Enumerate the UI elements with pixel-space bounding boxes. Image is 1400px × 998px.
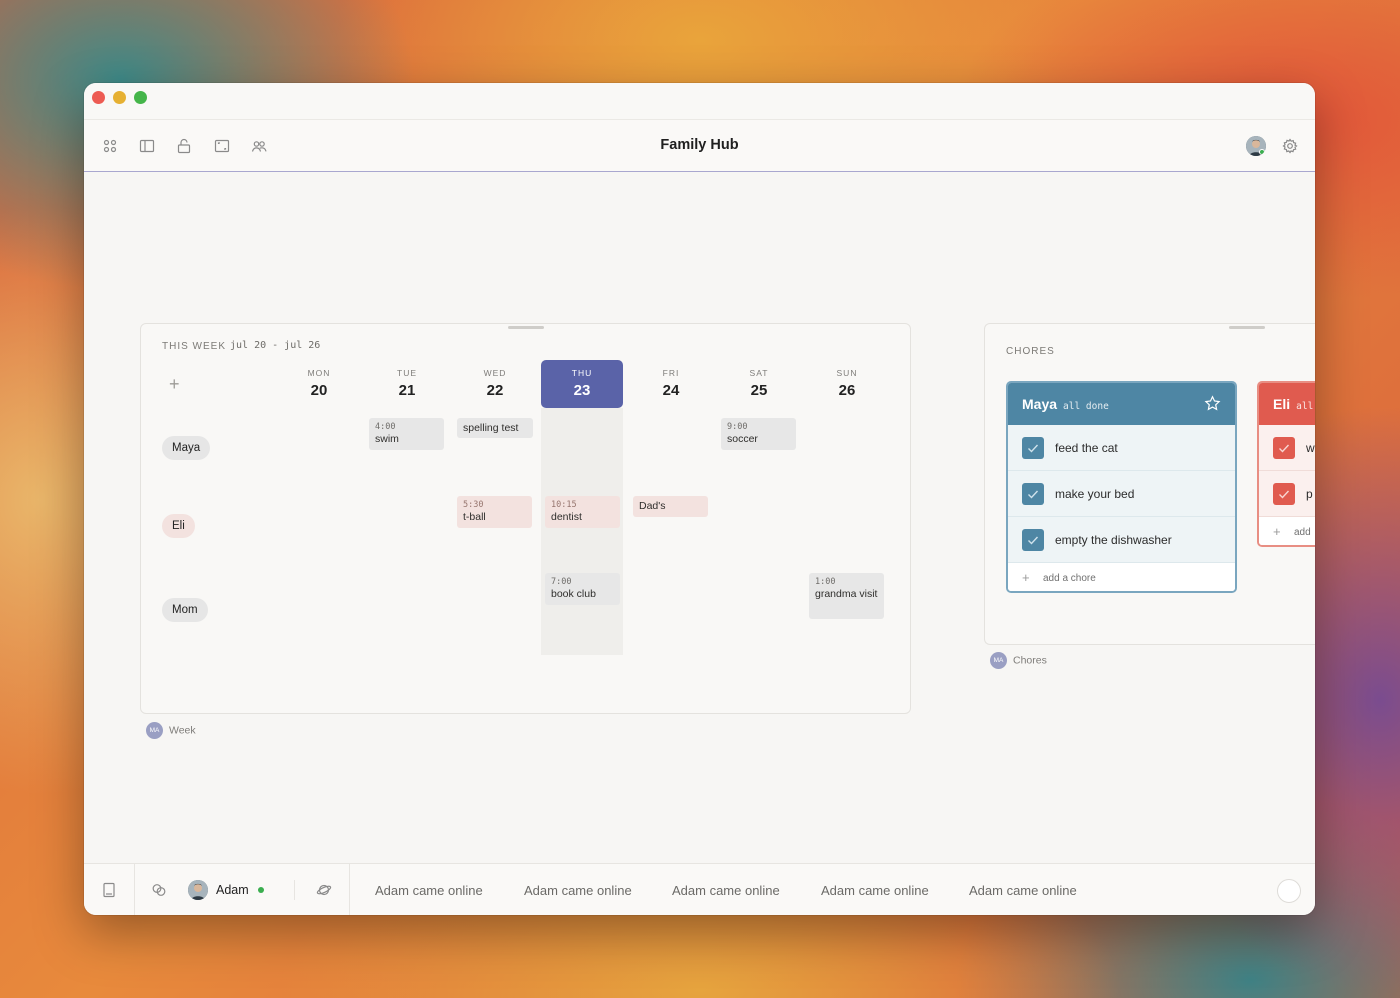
person-pill-eli[interactable]: Eli — [162, 514, 195, 538]
notification-item: Adam came online — [821, 883, 929, 898]
day-header-mon[interactable]: MON 20 — [278, 360, 360, 408]
chores-card: CHORES Maya all done feed the cat make yo… — [984, 323, 1315, 645]
checkbox-checked-icon[interactable] — [1022, 437, 1044, 459]
week-calendar-card: THIS WEEK jul 20 - jul 26 + MON 20 TUE 21 … — [140, 323, 911, 714]
event-eli-dads[interactable]: Dad's — [633, 496, 708, 517]
star-icon[interactable] — [1204, 395, 1221, 412]
day-header-wed[interactable]: WED 22 — [454, 360, 536, 408]
app-window: Family Hub THIS WEEK jul 20 - jul 26 + M… — [84, 83, 1315, 915]
card-drag-handle[interactable] — [1229, 326, 1265, 329]
event-eli-dentist[interactable]: 10:15 dentist — [545, 496, 620, 528]
zoom-window-button[interactable] — [134, 91, 147, 104]
add-chore-button[interactable]: + add a chore — [1008, 563, 1235, 591]
week-label: THIS WEEK — [162, 341, 227, 352]
user-avatar[interactable] — [1246, 136, 1266, 156]
title-bar — [84, 83, 1315, 120]
minimize-window-button[interactable] — [113, 91, 126, 104]
add-event-button[interactable]: + — [169, 375, 180, 393]
chores-card-footer: MA Chores — [990, 652, 1047, 669]
event-eli-tball[interactable]: 5:30 t-ball — [457, 496, 532, 528]
chore-item[interactable]: empty the dishwasher — [1008, 517, 1235, 563]
planet-icon[interactable] — [316, 882, 332, 898]
chore-list-maya: Maya all done feed the cat make your bed … — [1006, 381, 1237, 593]
person-pill-maya[interactable]: Maya — [162, 436, 211, 460]
add-chore-button[interactable]: + add — [1259, 517, 1315, 545]
person-pill-mom[interactable]: Mom — [162, 598, 208, 622]
card-drag-handle[interactable] — [508, 326, 544, 329]
event-mom-grandma-visit[interactable]: 1:00 grandma visit — [809, 573, 884, 619]
online-status-dot — [258, 887, 264, 893]
link-circles-icon[interactable] — [151, 882, 167, 898]
chore-item[interactable]: feed the cat — [1008, 425, 1235, 471]
notification-item: Adam came online — [375, 883, 483, 898]
checkbox-checked-icon[interactable] — [1022, 483, 1044, 505]
checkbox-checked-icon[interactable] — [1273, 437, 1295, 459]
day-header-thu-today[interactable]: THU 23 — [541, 360, 623, 408]
event-mom-book-club[interactable]: 7:00 book club — [545, 573, 620, 605]
owner-badge: MA — [990, 652, 1007, 669]
day-header-sat[interactable]: SAT 25 — [718, 360, 800, 408]
event-maya-spelling-test[interactable]: spelling test — [457, 418, 533, 438]
adam-avatar[interactable] — [188, 880, 208, 900]
notification-item: Adam came online — [672, 883, 780, 898]
chore-list-eli: Eli all w p + add — [1257, 381, 1315, 547]
app-title: Family Hub — [660, 137, 739, 153]
current-user-name[interactable]: Adam — [216, 883, 249, 897]
notification-item: Adam came online — [969, 883, 1077, 898]
tablet-icon[interactable] — [101, 882, 117, 898]
week-card-footer: MA Week — [146, 722, 196, 739]
day-header-fri[interactable]: FRI 24 — [630, 360, 712, 408]
notification-item: Adam came online — [524, 883, 632, 898]
chore-item[interactable]: p — [1259, 471, 1315, 517]
checkbox-checked-icon[interactable] — [1273, 483, 1295, 505]
chore-list-header: Maya all done — [1008, 383, 1235, 425]
settings-gear-icon[interactable] — [1282, 138, 1298, 154]
week-range: jul 20 - jul 26 — [230, 340, 321, 351]
today-column-band — [541, 408, 623, 655]
owner-badge: MA — [146, 722, 163, 739]
chore-list-header: Eli all — [1259, 383, 1315, 425]
close-window-button[interactable] — [92, 91, 105, 104]
day-header-sun[interactable]: SUN 26 — [806, 360, 888, 408]
toolbar: Family Hub — [84, 120, 1315, 172]
chore-item[interactable]: make your bed — [1008, 471, 1235, 517]
chore-item[interactable]: w — [1259, 425, 1315, 471]
event-maya-soccer[interactable]: 9:00 soccer — [721, 418, 796, 450]
plus-icon: + — [1273, 524, 1281, 539]
chores-title: CHORES — [1006, 346, 1055, 357]
bottom-bar: Adam Adam came online Adam came online A… — [84, 863, 1315, 915]
event-maya-swim[interactable]: 4:00 swim — [369, 418, 444, 450]
day-header-tue[interactable]: TUE 21 — [366, 360, 448, 408]
checkbox-checked-icon[interactable] — [1022, 529, 1044, 551]
plus-icon: + — [1022, 570, 1030, 585]
status-ring-icon[interactable] — [1277, 879, 1301, 903]
